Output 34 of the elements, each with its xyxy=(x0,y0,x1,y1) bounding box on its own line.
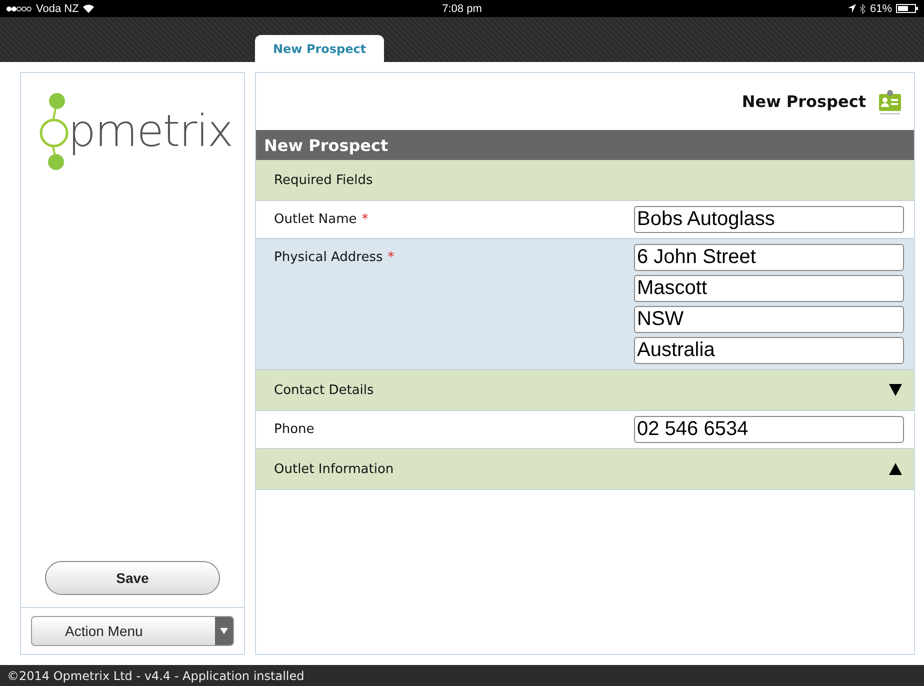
action-menu-dropdown[interactable]: Action Menu xyxy=(31,616,234,646)
field-label: Physical Address xyxy=(274,250,383,265)
form-title-bar: New Prospect xyxy=(256,130,914,160)
section-header[interactable]: Contact Details xyxy=(256,370,914,411)
text-field[interactable]: 02 546 6534 xyxy=(634,416,904,443)
section-title: Contact Details xyxy=(274,382,374,398)
caret-icon xyxy=(220,628,228,634)
page-title: New Prospect xyxy=(742,92,866,111)
text-field[interactable]: Australia xyxy=(634,337,904,364)
text-field[interactable]: Bobs Autoglass xyxy=(634,206,904,233)
text-field[interactable]: NSW xyxy=(634,306,904,333)
logo-text: pmetrix xyxy=(68,106,232,156)
battery-icon xyxy=(896,4,918,13)
id-badge-icon xyxy=(878,88,902,114)
save-button[interactable]: Save xyxy=(45,561,220,595)
wifi-icon xyxy=(82,4,94,13)
section-title: Required Fields xyxy=(274,172,373,188)
field-label: Outlet Name xyxy=(274,212,357,227)
battery-percent: 61% xyxy=(870,2,892,14)
footer-text: ©2014 Opmetrix Ltd - v4.4 - Application installed xyxy=(7,668,304,682)
section-header[interactable]: Outlet Information xyxy=(256,449,914,490)
tab[interactable]: New Prospect xyxy=(255,35,384,62)
location-arrow-icon xyxy=(848,4,856,13)
text-field[interactable]: 6 John Street xyxy=(634,244,904,271)
required-asterisk: * xyxy=(362,212,368,227)
clock-time: 7:08 pm xyxy=(442,2,482,14)
required-asterisk: * xyxy=(388,250,394,265)
carrier-name: Voda NZ xyxy=(36,2,79,14)
bluetooth-icon xyxy=(860,4,866,14)
field-label: Phone xyxy=(274,422,314,437)
signal-icon xyxy=(6,6,32,12)
text-field[interactable]: Mascott xyxy=(634,275,904,302)
section-title: Outlet Information xyxy=(274,462,394,476)
logo-ring-icon xyxy=(39,91,71,171)
